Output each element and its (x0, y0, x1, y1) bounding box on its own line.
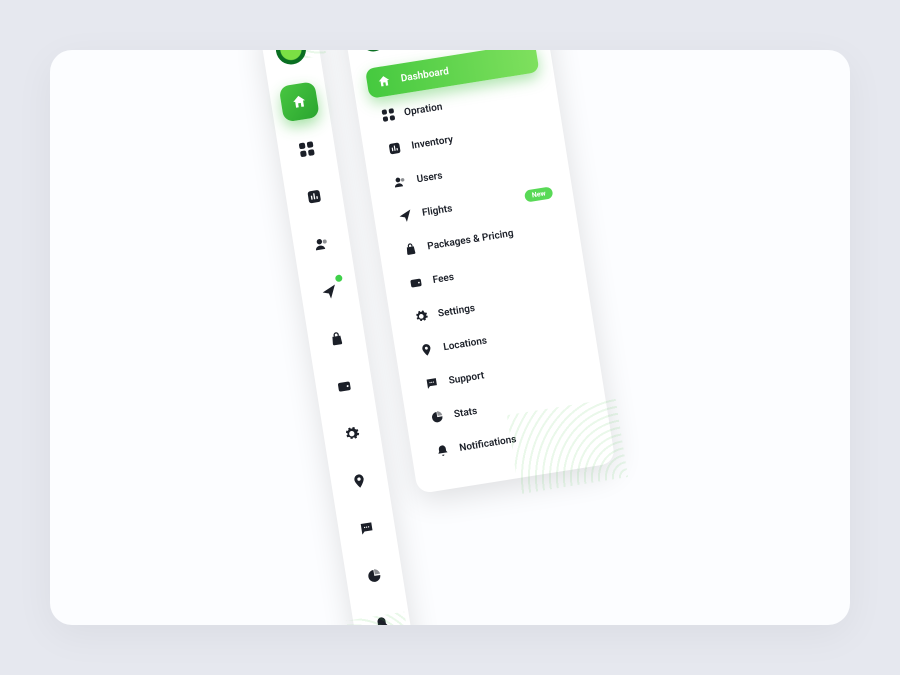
grid-icon (299, 141, 315, 157)
nav-label: Stats (453, 405, 478, 420)
sidebar-icon-locations[interactable] (339, 460, 380, 501)
nav-label: Locations (443, 334, 488, 352)
pin-icon (350, 471, 368, 489)
sidebar-icon-packages[interactable] (316, 318, 357, 359)
pie-icon (365, 566, 383, 584)
nav-label: Flights (421, 202, 453, 218)
nav-label: Users (416, 169, 443, 184)
sidebar-expanded: ⚡ kiwi Dashboard Opration Inventory User… (342, 50, 616, 494)
sidebar-icon-flights[interactable] (309, 270, 350, 311)
nav-label: Packages & Pricing (427, 227, 515, 251)
chart-icon (387, 140, 403, 156)
brand-logo-icon: ⚡ (358, 50, 388, 53)
nav-label: Inventory (411, 133, 454, 150)
design-frame: ⚡ (50, 50, 850, 625)
chat-icon (358, 519, 376, 537)
sidebar-icon-opration[interactable] (286, 128, 327, 169)
wallet-icon (408, 274, 424, 290)
sidebar-icon-users[interactable] (301, 223, 342, 264)
new-badge: New (524, 186, 553, 202)
nav-label: Notifications (459, 433, 518, 453)
nav-label: Opration (403, 101, 443, 118)
sidebar-icon-fees[interactable] (324, 365, 365, 406)
brand-logo-icon: ⚡ (274, 50, 308, 66)
sidebar-icon-support[interactable] (346, 507, 387, 548)
wallet-icon (335, 377, 353, 395)
new-dot-indicator (335, 274, 343, 282)
sidebar-icon-notifications[interactable] (361, 602, 402, 625)
chat-icon (424, 375, 440, 391)
gear-icon (413, 308, 429, 324)
home-icon (376, 73, 392, 89)
users-icon (392, 174, 408, 190)
bag-icon (403, 241, 419, 257)
home-icon (290, 92, 308, 110)
pie-icon (429, 409, 445, 425)
bell-icon (435, 442, 451, 458)
pin-icon (419, 341, 435, 357)
chart-icon (305, 187, 323, 205)
plane-icon (320, 282, 338, 300)
bag-icon (328, 329, 346, 347)
sidebar-icon-settings[interactable] (331, 413, 372, 454)
plane-icon (397, 207, 413, 223)
nav-label: Dashboard (400, 65, 450, 83)
sidebar-icon-dashboard[interactable] (279, 81, 320, 122)
nav-label: Fees (432, 271, 455, 285)
grid-icon (382, 108, 396, 122)
nav-label: Support (448, 369, 485, 385)
sidebar-icon-stats[interactable] (354, 555, 395, 596)
sidebar-icon-inventory[interactable] (294, 176, 335, 217)
bell-icon (373, 614, 391, 625)
gear-icon (343, 424, 361, 442)
nav-label: Settings (437, 302, 475, 319)
users-icon (313, 234, 331, 252)
